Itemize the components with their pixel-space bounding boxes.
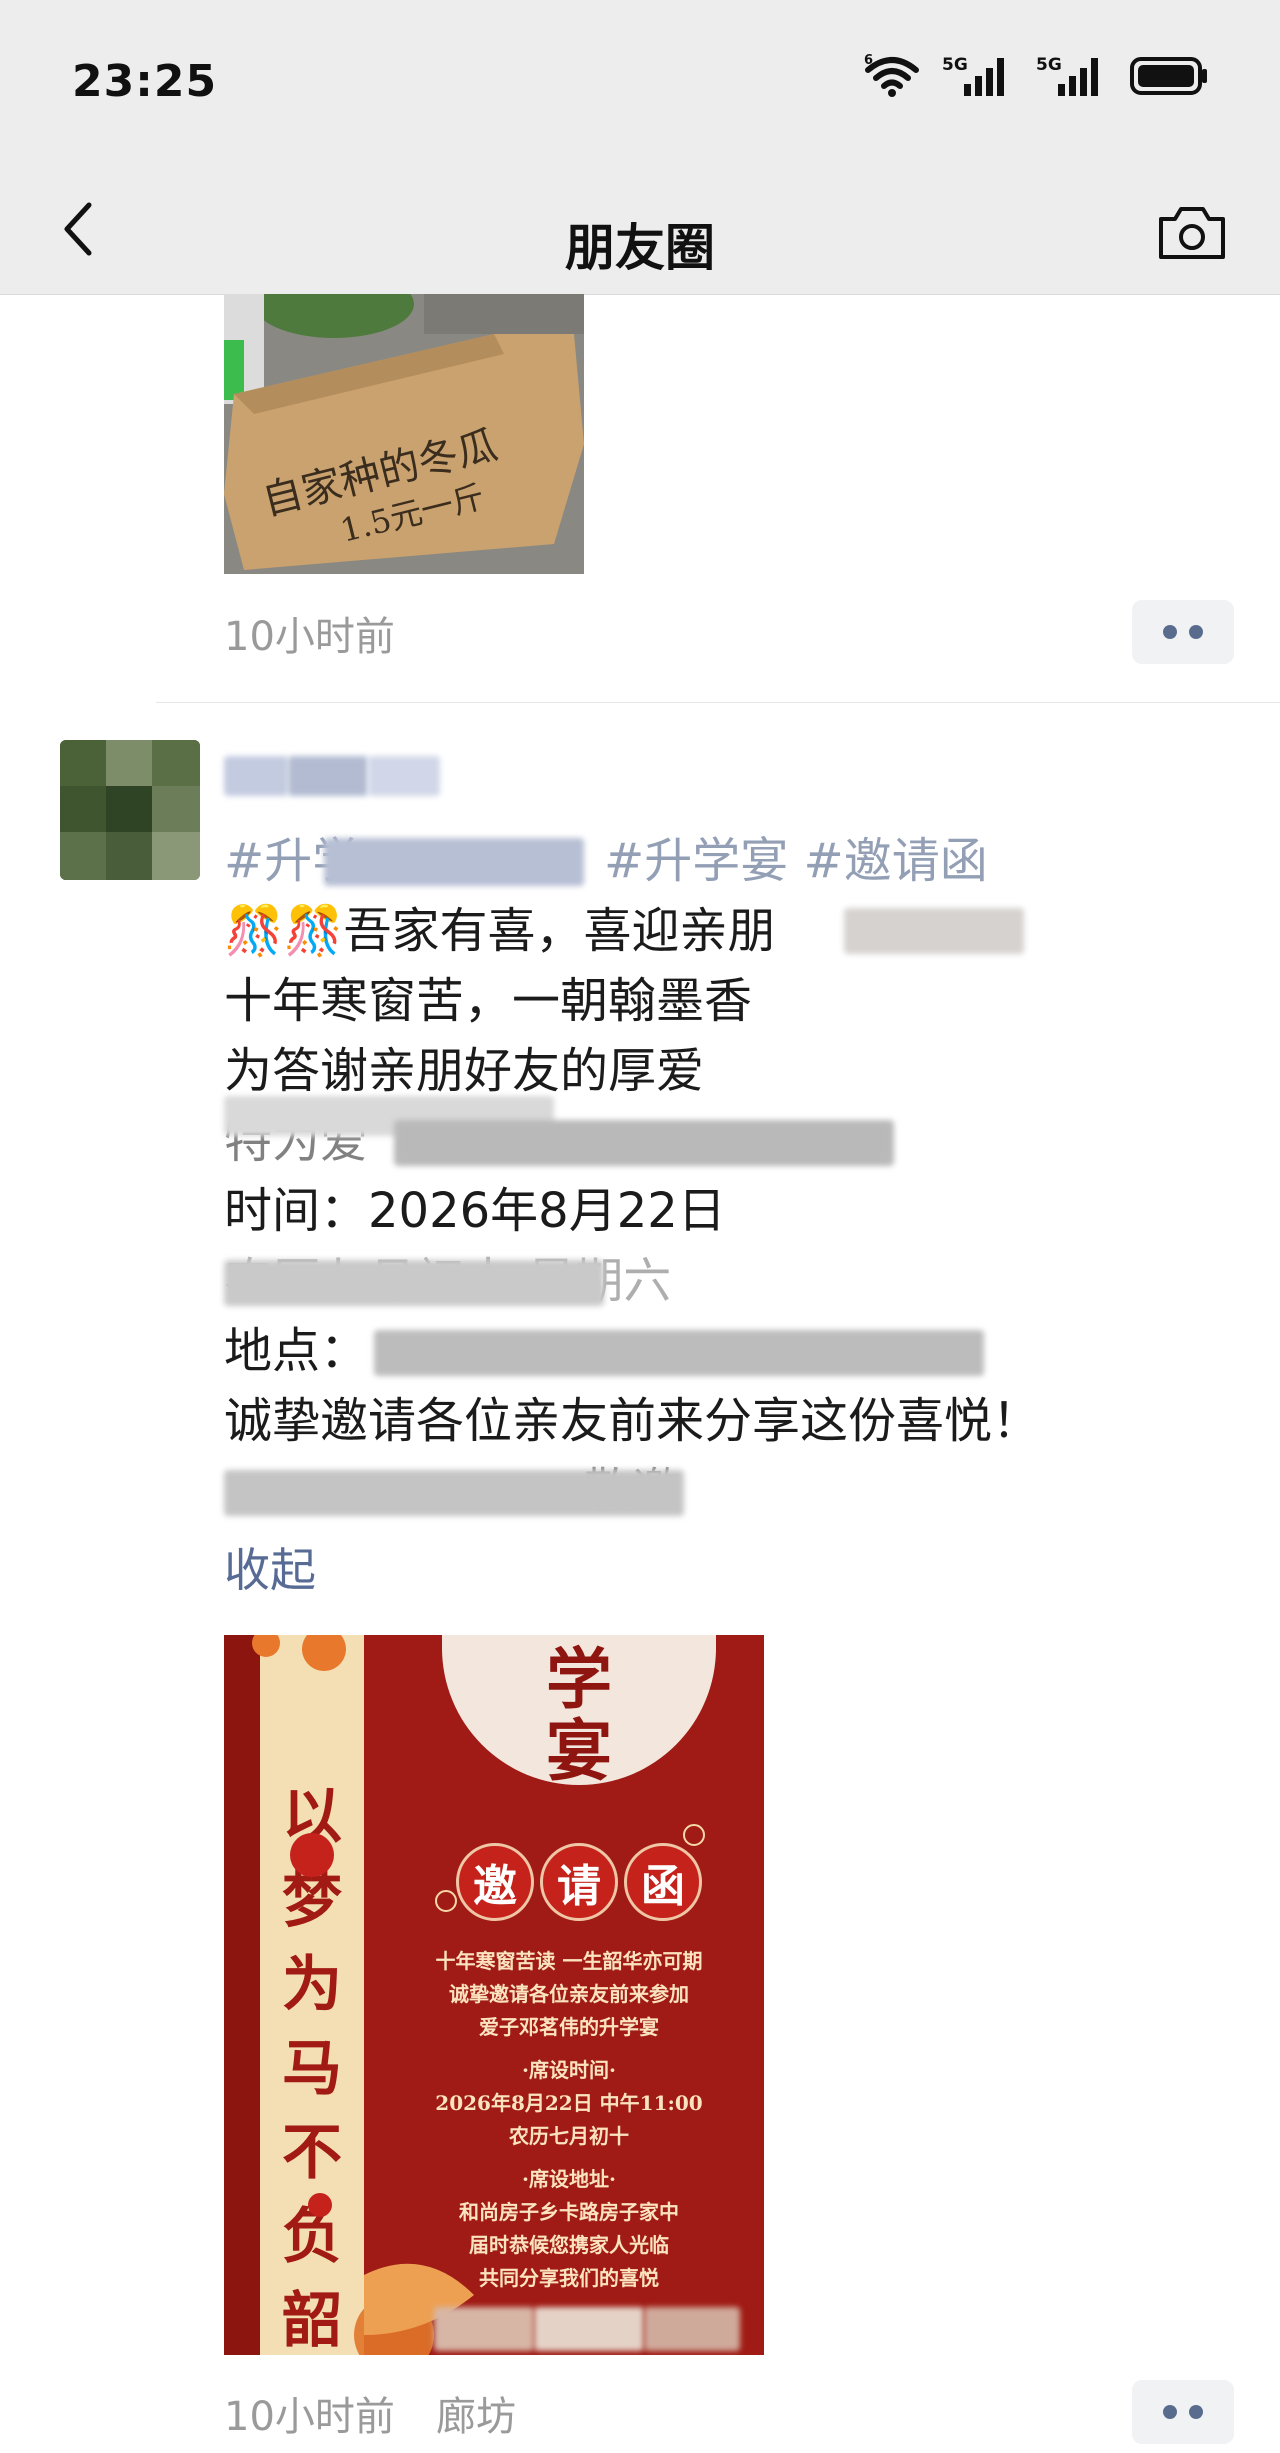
avatar[interactable] (60, 740, 200, 880)
content-line: 🎊🎊吾家有喜，喜迎亲朋 (224, 896, 1254, 966)
camera-icon (1159, 207, 1225, 259)
more-button[interactable] (1132, 600, 1234, 664)
post-photo[interactable]: 自家种的冬瓜 1.5元一斤 (224, 294, 584, 574)
signal-icon-2: 5G (1036, 55, 1098, 96)
svg-text:6: 6 (864, 54, 873, 68)
poster-heading: 学 宴 (546, 1640, 612, 1790)
post-time: 10小时前 (224, 614, 395, 660)
dot-icon (1163, 2405, 1177, 2419)
svg-text:5G: 5G (942, 55, 968, 75)
content-line: 地点： (224, 1316, 1254, 1386)
hashtag-tail[interactable]: #升学宴 #邀请函 (604, 826, 988, 896)
content-line: 特为爱 (224, 1096, 1254, 1176)
status-time: 23:25 (72, 56, 218, 107)
post-text: #升学 #升学宴 #邀请函 🎊🎊吾家有喜，喜迎亲朋 十年寒窗苦，一朝翰墨香 为答… (224, 826, 1254, 1526)
more-button[interactable] (1132, 2380, 1234, 2444)
divider (156, 702, 1280, 703)
content-line: 十年寒窗苦，一朝翰墨香 (224, 973, 753, 1029)
poster-mosaic (434, 2303, 744, 2355)
status-bar: 23:25 6 5G 5G (0, 0, 1280, 170)
signal-icon-1: 5G (942, 55, 1004, 96)
dot-icon (1189, 2405, 1203, 2419)
post-location[interactable]: 廊坊 (436, 2384, 516, 2442)
camera-button[interactable] (1154, 194, 1230, 270)
dot-icon (1163, 625, 1177, 639)
winter-melon-photo: 自家种的冬瓜 1.5元一斤 (224, 294, 584, 574)
content-line: 农历七月初十 星期六 (224, 1246, 1254, 1316)
poster-invite-title: 邀 请 函 (456, 1843, 702, 1921)
system-icons: 6 5G 5G (864, 54, 1210, 97)
page-title: 朋友圈 (565, 219, 715, 277)
content-line: 诚挚邀请各位亲友前来分享这份喜悦！ (224, 1393, 1041, 1449)
party-popper-icon: 🎊🎊 (224, 903, 344, 959)
nav-bar: 朋友圈 (0, 170, 1280, 295)
svg-text:5G: 5G (1036, 55, 1062, 75)
content-line: 时间：2026年8月22日 (224, 1183, 726, 1239)
collapse-link[interactable]: 收起 (224, 1534, 316, 1600)
content-text: 吾家有喜，喜迎亲朋 (343, 903, 776, 959)
nickname-mosaic (224, 746, 442, 804)
content-text: 地点： (224, 1323, 369, 1379)
dot-icon (1189, 625, 1203, 639)
poster-body-text: 十年寒窗苦读 一生韶华亦可期 诚挚邀请各位亲友前来参加 爱子邓茗伟的升学宴 ·席… (435, 1949, 703, 2290)
wifi-icon: 6 (864, 54, 919, 97)
post-time: 10小时前 (224, 2394, 395, 2440)
battery-icon (1130, 57, 1207, 95)
avatar-image (60, 740, 200, 880)
invitation-poster[interactable]: 以 梦 为 马 不 负 韶 华 学 宴 邀 请 函 十年寒窗苦读 一生韶华亦可期… (224, 1635, 764, 2355)
hashtag-line[interactable]: #升学 #升学宴 #邀请函 (224, 826, 1254, 896)
content-line: 敬邀 (224, 1456, 1254, 1526)
